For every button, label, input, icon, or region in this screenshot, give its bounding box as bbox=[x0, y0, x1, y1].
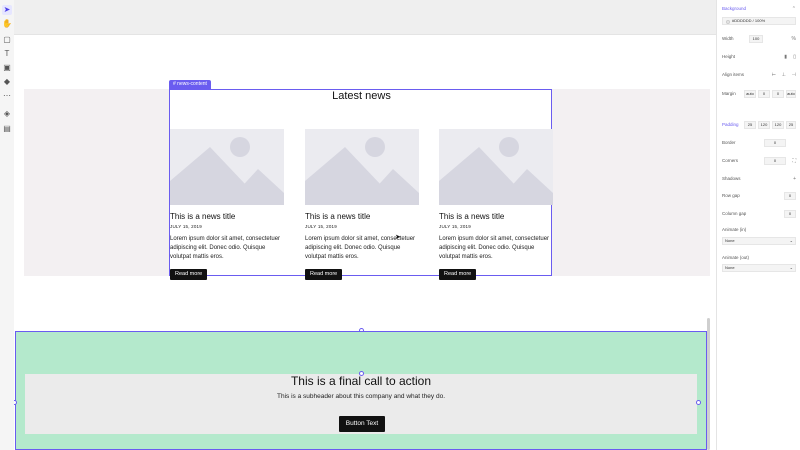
width-input[interactable]: 100 bbox=[749, 35, 763, 43]
row-gap-label: Row gap bbox=[722, 193, 740, 198]
animate-out-select[interactable]: None ⌄ bbox=[722, 264, 796, 272]
padding-left-input[interactable]: 25 bbox=[744, 121, 756, 129]
component-icon[interactable]: ◆ bbox=[2, 77, 12, 87]
image-placeholder-icon bbox=[439, 129, 553, 205]
news-title[interactable]: This is a news title bbox=[170, 211, 284, 222]
mouse-cursor-icon: ➤ bbox=[395, 234, 401, 241]
expand-corners-icon[interactable]: ⛶ bbox=[792, 157, 796, 165]
corners-input[interactable]: 0 bbox=[764, 157, 786, 165]
news-card[interactable]: This is a news title JULY 15, 2019 Lorem… bbox=[170, 129, 284, 280]
cta-container[interactable]: This is a final call to action This is a… bbox=[25, 374, 697, 434]
rectangle-icon[interactable]: ▢ bbox=[2, 35, 12, 45]
shadows-label: Shadows bbox=[722, 176, 741, 181]
news-heading[interactable]: Latest news bbox=[170, 90, 553, 102]
fill-height-icon[interactable]: ▯ bbox=[793, 53, 796, 61]
news-title[interactable]: This is a news title bbox=[439, 211, 553, 222]
animate-in-label: Animate (in) bbox=[722, 227, 747, 232]
canvas-scrollbar[interactable] bbox=[707, 318, 710, 450]
pages-icon[interactable]: ▤ bbox=[2, 124, 12, 134]
header-section[interactable] bbox=[14, 0, 716, 35]
news-date: JULY 15, 2019 bbox=[305, 224, 337, 229]
resize-handle-inner-top[interactable] bbox=[359, 371, 364, 376]
news-content-container[interactable]: Latest news This is a news title JULY 15… bbox=[169, 89, 553, 280]
margin-top-input[interactable]: 0 bbox=[758, 90, 770, 98]
row-gap-input[interactable]: 0 bbox=[784, 192, 796, 200]
height-label: Height bbox=[722, 54, 736, 59]
news-title[interactable]: This is a news title bbox=[305, 211, 419, 222]
animate-out-label: Animate (out) bbox=[722, 255, 750, 260]
column-gap-label: Column gap bbox=[722, 211, 747, 216]
background-color-field[interactable]: #DDDDDD / 100% bbox=[722, 17, 796, 25]
layers-icon[interactable]: ◈ bbox=[2, 109, 12, 119]
image-placeholder-icon bbox=[305, 129, 419, 205]
hand-icon[interactable]: ✋ bbox=[2, 19, 12, 29]
align-end-icon[interactable]: ⊣ bbox=[792, 71, 796, 79]
align-items-label: Align items bbox=[722, 72, 745, 77]
cta-button[interactable]: Button Text bbox=[339, 416, 385, 432]
read-more-button[interactable]: Read more bbox=[305, 269, 343, 280]
padding-bottom-input[interactable]: 120 bbox=[772, 121, 784, 129]
news-body: Lorem ipsum dolor sit amet, consectetuer… bbox=[439, 236, 550, 260]
align-center-icon[interactable]: ⊥ bbox=[782, 71, 786, 79]
padding-top-input[interactable]: 120 bbox=[758, 121, 770, 129]
read-more-button[interactable]: Read more bbox=[170, 269, 208, 280]
cta-title[interactable]: This is a final call to action bbox=[25, 374, 697, 388]
more-icon[interactable]: ⋯ bbox=[2, 91, 12, 101]
margin-left-input[interactable]: auto bbox=[744, 90, 756, 98]
image-placeholder-icon bbox=[170, 129, 284, 205]
column-gap-input[interactable]: 0 bbox=[784, 210, 796, 218]
news-content-tag: # news-content bbox=[169, 80, 211, 89]
news-date: JULY 15, 2019 bbox=[439, 224, 471, 229]
fit-height-icon[interactable]: ▮ bbox=[784, 53, 787, 61]
margin-bottom-input[interactable]: 0 bbox=[772, 90, 784, 98]
pointer-icon[interactable]: ➤ bbox=[2, 5, 12, 15]
border-input[interactable]: 0 bbox=[764, 139, 786, 147]
properties-panel: Background ⌃ #DDDDDD / 100% Width 100% Hei… bbox=[716, 0, 800, 450]
tools-toolbar: ➤ ✋ ▢ T ▣ ◆ ⋯ ◈ ▤ bbox=[0, 0, 15, 450]
news-body: Lorem ipsum dolor sit amet, consectetuer… bbox=[305, 236, 416, 260]
padding-right-input[interactable]: 25 bbox=[786, 121, 796, 129]
design-canvas[interactable]: # news-content Latest news This is a new… bbox=[14, 0, 716, 450]
add-shadow-icon[interactable]: + bbox=[793, 175, 796, 183]
percent-icon[interactable]: % bbox=[792, 35, 796, 43]
corners-label: Corners bbox=[722, 158, 739, 163]
chevron-down-icon: ⌄ bbox=[789, 238, 793, 243]
news-body: Lorem ipsum dolor sit amet, consectetuer… bbox=[170, 236, 281, 260]
align-start-icon[interactable]: ⊢ bbox=[772, 71, 776, 79]
margin-label: Margin bbox=[722, 91, 736, 96]
width-label: Width bbox=[722, 36, 734, 41]
animate-in-select[interactable]: None ⌄ bbox=[722, 237, 796, 245]
read-more-button[interactable]: Read more bbox=[439, 269, 477, 280]
border-label: Border bbox=[722, 140, 736, 145]
collapse-icon[interactable]: ⌃ bbox=[792, 5, 796, 13]
news-card[interactable]: This is a news title JULY 15, 2019 Lorem… bbox=[439, 129, 553, 280]
resize-handle-right[interactable] bbox=[696, 400, 701, 405]
text-icon[interactable]: T bbox=[2, 49, 12, 59]
background-label: Background bbox=[722, 6, 747, 11]
cta-section[interactable]: This is a final call to action This is a… bbox=[15, 331, 707, 450]
chevron-down-icon: ⌄ bbox=[789, 265, 793, 270]
news-card[interactable]: This is a news title JULY 15, 2019 Lorem… bbox=[305, 129, 419, 280]
image-icon[interactable]: ▣ bbox=[2, 63, 12, 73]
margin-right-input[interactable]: auto bbox=[786, 90, 796, 98]
padding-label: Padding bbox=[722, 122, 739, 127]
cta-subtitle[interactable]: This is a subheader about this company a… bbox=[25, 393, 697, 401]
news-date: JULY 15, 2019 bbox=[170, 224, 202, 229]
color-swatch-icon bbox=[726, 20, 730, 24]
